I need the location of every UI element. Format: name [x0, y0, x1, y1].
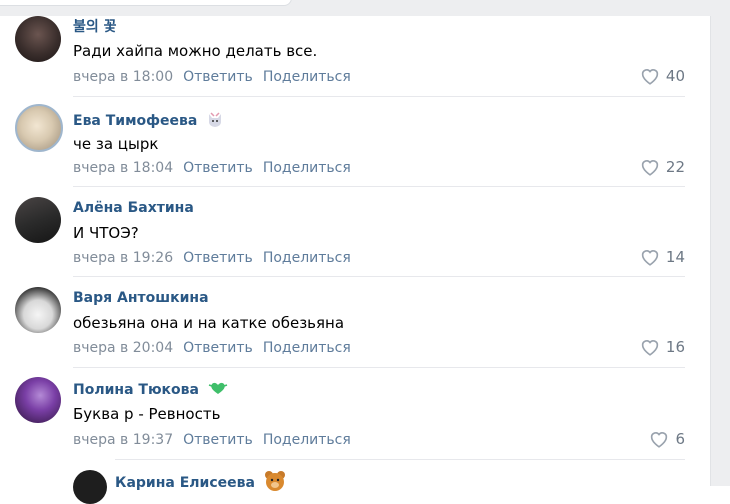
- reply-button[interactable]: Ответить: [183, 250, 253, 266]
- comment-author[interactable]: Ева Тимофеева: [73, 110, 224, 132]
- heart-icon: [641, 340, 659, 356]
- comment-date[interactable]: вчера в 20:04: [73, 340, 173, 356]
- reply-button[interactable]: Ответить: [183, 432, 253, 448]
- comment-text: обезьяна она и на катке обезьяна: [73, 314, 345, 332]
- cat-emoji-icon: [206, 110, 224, 132]
- avatar[interactable]: [73, 470, 107, 504]
- top-bar: [0, 0, 730, 16]
- like-button[interactable]: 16: [640, 338, 685, 356]
- comment-text: Буква р - Ревность: [73, 405, 221, 423]
- comment-text: И ЧТОЭ?: [73, 224, 139, 242]
- comment-text: че за цырк: [73, 135, 159, 153]
- comment-date[interactable]: вчера в 19:37: [73, 432, 173, 448]
- comment-author[interactable]: Карина Елисеева: [115, 470, 286, 496]
- comment-text: Ради хайпа можно делать все.: [73, 42, 318, 60]
- like-count: 40: [665, 67, 685, 85]
- green-heart-emoji-icon: [208, 381, 228, 399]
- like-button[interactable]: 6: [649, 430, 685, 448]
- comment-author[interactable]: 불의 꽃: [73, 16, 117, 36]
- right-gutter: [710, 16, 730, 486]
- comment-meta: вчера в 19:26 Ответить Поделиться: [73, 250, 351, 266]
- divider: [73, 276, 685, 277]
- share-button[interactable]: Поделиться: [263, 340, 351, 356]
- like-count: 14: [665, 248, 685, 266]
- avatar[interactable]: [15, 197, 61, 243]
- heart-icon: [641, 250, 659, 266]
- divider: [115, 459, 685, 460]
- like-count: 6: [675, 430, 685, 448]
- divider: [73, 96, 685, 97]
- divider: [73, 367, 685, 368]
- like-button[interactable]: 40: [640, 67, 685, 85]
- comment-date[interactable]: вчера в 18:04: [73, 160, 173, 176]
- comment-meta: вчера в 18:04 Ответить Поделиться: [73, 160, 351, 176]
- comment-meta: вчера в 19:37 Ответить Поделиться: [73, 432, 351, 448]
- reply-button[interactable]: Ответить: [183, 160, 253, 176]
- comment-author[interactable]: Алёна Бахтина: [73, 200, 194, 216]
- share-button[interactable]: Поделиться: [263, 160, 351, 176]
- comment-meta: вчера в 18:00 Ответить Поделиться: [73, 69, 351, 85]
- heart-icon: [641, 160, 659, 176]
- like-button[interactable]: 14: [640, 248, 685, 266]
- like-button[interactable]: 22: [640, 158, 685, 176]
- top-tab: [0, 0, 292, 6]
- heart-icon: [641, 69, 659, 85]
- share-button[interactable]: Поделиться: [263, 250, 351, 266]
- avatar[interactable]: [15, 16, 61, 62]
- share-button[interactable]: Поделиться: [263, 69, 351, 85]
- avatar[interactable]: [15, 287, 61, 333]
- comment-author[interactable]: Полина Тюкова: [73, 381, 228, 399]
- reply-button[interactable]: Ответить: [183, 340, 253, 356]
- bear-emoji-icon: [264, 470, 286, 496]
- comment-date[interactable]: вчера в 19:26: [73, 250, 173, 266]
- comment-author[interactable]: Варя Антошкина: [73, 290, 209, 306]
- divider: [73, 186, 685, 187]
- like-count: 16: [665, 338, 685, 356]
- avatar[interactable]: [15, 104, 63, 152]
- comment-meta: вчера в 20:04 Ответить Поделиться: [73, 340, 351, 356]
- avatar[interactable]: [15, 377, 61, 423]
- comment-date[interactable]: вчера в 18:00: [73, 69, 173, 85]
- share-button[interactable]: Поделиться: [263, 432, 351, 448]
- heart-icon: [651, 432, 668, 448]
- like-count: 22: [665, 158, 685, 176]
- reply-button[interactable]: Ответить: [183, 69, 253, 85]
